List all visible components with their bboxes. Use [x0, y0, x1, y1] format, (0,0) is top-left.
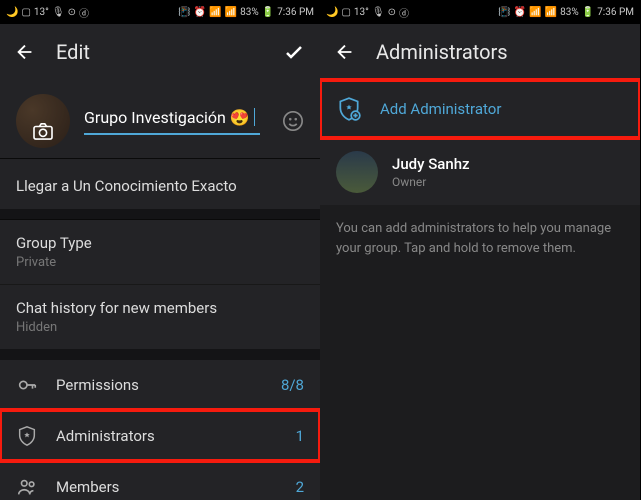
- administrators-value: 1: [296, 427, 304, 445]
- group-type-value: Private: [16, 255, 304, 270]
- description-text: Llegar a Un Conocimiento Exacto: [16, 177, 304, 195]
- alarm-icon: ⏰: [514, 7, 526, 18]
- people-icon: [16, 476, 38, 498]
- admin-list-item[interactable]: Judy Sanhz Owner: [320, 138, 640, 205]
- confirm-icon[interactable]: [282, 40, 306, 64]
- app-icon: ⓓ: [399, 5, 409, 20]
- temp: 13°: [354, 7, 369, 18]
- battery-icon: 🔋: [262, 7, 274, 18]
- avatar: [336, 151, 378, 193]
- divider: [0, 349, 320, 359]
- hint-text: You can add administrators to help you m…: [320, 205, 640, 272]
- members-value: 2: [296, 478, 304, 496]
- camera-icon: [32, 122, 54, 140]
- permissions-row[interactable]: Permissions 8/8: [0, 359, 320, 410]
- rec-icon: ⊙: [388, 7, 396, 18]
- members-row[interactable]: Members 2: [0, 461, 320, 500]
- chat-history-row[interactable]: Chat history for new members Hidden: [0, 284, 320, 349]
- battery-text: 83%: [240, 7, 259, 18]
- battery-icon: 🔋: [582, 7, 594, 18]
- temp: 13°: [34, 7, 49, 18]
- back-icon[interactable]: [14, 41, 36, 63]
- profile-row: Grupo Investigación 😍: [0, 80, 320, 158]
- group-name-text: Grupo Investigación 😍: [84, 108, 250, 127]
- box-icon: ▢: [341, 7, 350, 18]
- status-bar: 🌙 ▢ 13° 🎙 ⊙ ⓓ 📳 ⏰ 📶 📶 83% 🔋 7:36 PM: [320, 0, 640, 24]
- moon-icon: 🌙: [326, 7, 338, 18]
- signal-icon: 📶: [529, 7, 541, 18]
- administrators-row[interactable]: Administrators 1: [0, 410, 320, 461]
- rec-icon: ⊙: [68, 7, 76, 18]
- box-icon: ▢: [21, 7, 30, 18]
- text-cursor: [254, 108, 255, 126]
- header: Edit: [0, 24, 320, 80]
- members-label: Members: [56, 478, 278, 496]
- divider: [0, 209, 320, 219]
- alarm-icon: ⏰: [194, 7, 206, 18]
- description-row[interactable]: Llegar a Un Conocimiento Exacto: [0, 158, 320, 209]
- back-icon[interactable]: [334, 41, 356, 63]
- header: Administrators: [320, 24, 640, 80]
- signal-icon: 📶: [209, 7, 221, 18]
- permissions-label: Permissions: [56, 376, 263, 394]
- admin-name: Judy Sanhz: [392, 155, 470, 173]
- administrators-label: Administrators: [56, 427, 278, 445]
- group-type-label: Group Type: [16, 234, 304, 252]
- shield-star-icon: [16, 425, 38, 447]
- administrators-screen: 🌙 ▢ 13° 🎙 ⊙ ⓓ 📳 ⏰ 📶 📶 83% 🔋 7:36 PM Admi…: [320, 0, 640, 500]
- group-name-input[interactable]: Grupo Investigación 😍: [84, 108, 260, 135]
- permissions-value: 8/8: [281, 376, 304, 394]
- vibrate-icon: 📳: [178, 7, 190, 18]
- clock: 7:36 PM: [597, 7, 634, 18]
- edit-screen: 🌙 ▢ 13° 🎙 ⊙ ⓓ 📳 ⏰ 📶 📶 83% 🔋 7:36 PM Edit…: [0, 0, 320, 500]
- mic-icon: 🎙: [372, 7, 385, 18]
- signal-icon: 📶: [225, 7, 237, 18]
- clock: 7:36 PM: [277, 7, 314, 18]
- status-bar: 🌙 ▢ 13° 🎙 ⊙ ⓓ 📳 ⏰ 📶 📶 83% 🔋 7:36 PM: [0, 0, 320, 24]
- chat-history-value: Hidden: [16, 320, 304, 335]
- key-icon: [16, 374, 38, 396]
- page-title: Edit: [56, 40, 262, 64]
- chat-history-label: Chat history for new members: [16, 299, 304, 317]
- shield-plus-icon: [336, 96, 362, 122]
- admin-role: Owner: [392, 175, 470, 189]
- signal-icon: 📶: [545, 7, 557, 18]
- battery-text: 83%: [560, 7, 579, 18]
- mic-icon: 🎙: [52, 7, 65, 18]
- group-avatar[interactable]: [16, 94, 70, 148]
- group-type-row[interactable]: Group Type Private: [0, 219, 320, 284]
- add-administrator-button[interactable]: Add Administrator: [320, 80, 640, 138]
- add-administrator-label: Add Administrator: [380, 100, 501, 118]
- emoji-icon[interactable]: [282, 110, 304, 132]
- page-title: Administrators: [376, 40, 626, 64]
- moon-icon: 🌙: [6, 7, 18, 18]
- app-icon: ⓓ: [79, 5, 89, 20]
- vibrate-icon: 📳: [498, 7, 510, 18]
